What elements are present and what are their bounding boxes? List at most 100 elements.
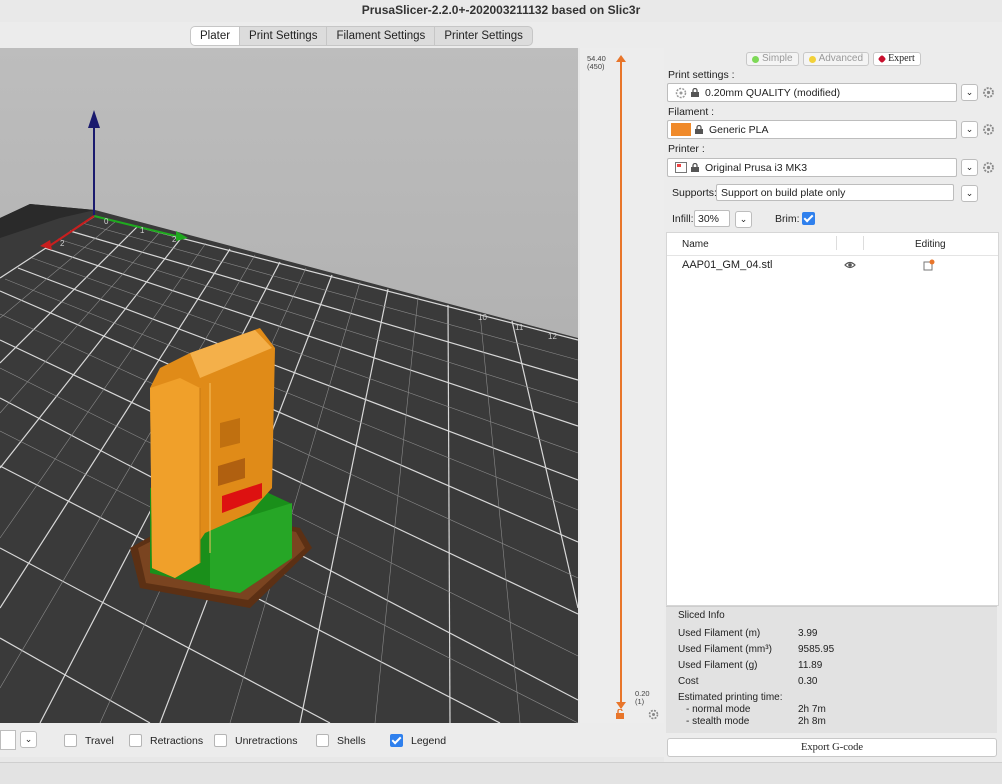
tab-filament-settings[interactable]: Filament Settings bbox=[327, 27, 436, 45]
mode-dot-icon bbox=[808, 55, 816, 63]
info-label: - stealth mode bbox=[686, 716, 750, 727]
tab-plater[interactable]: Plater bbox=[191, 27, 241, 45]
bed-label: 2 bbox=[60, 239, 65, 248]
supports-combo[interactable]: Support on build plate only bbox=[716, 184, 954, 201]
lock-icon bbox=[691, 87, 699, 97]
print-preview-scene: 0 1 2 2 10 11 12 bbox=[0, 48, 578, 723]
mode-simple-button[interactable]: Simple bbox=[746, 52, 799, 66]
checkbox-box[interactable] bbox=[64, 734, 77, 747]
filament-color-swatch bbox=[671, 123, 691, 136]
checkbox-box[interactable] bbox=[802, 212, 815, 225]
3d-viewport[interactable]: 0 1 2 2 10 11 12 bbox=[0, 48, 578, 723]
object-name[interactable]: AAP01_GM_04.stl bbox=[682, 259, 773, 271]
gear-icon[interactable] bbox=[982, 161, 995, 174]
info-value: 2h 7m bbox=[798, 704, 826, 715]
printer-icon bbox=[675, 162, 687, 173]
bed-label: 1 bbox=[140, 226, 145, 235]
brim-label: Brim: bbox=[775, 213, 800, 225]
chevron-down-icon[interactable]: ⌄ bbox=[20, 731, 37, 748]
supports-label: Supports: bbox=[672, 187, 717, 199]
printer-value: Original Prusa i3 MK3 bbox=[705, 161, 808, 174]
travel-checkbox[interactable]: Travel bbox=[64, 734, 114, 747]
edit-icon[interactable] bbox=[923, 259, 935, 271]
bed-label: 0 bbox=[104, 217, 109, 226]
column-divider bbox=[863, 236, 864, 250]
info-value: 0.30 bbox=[798, 676, 818, 687]
info-value: 11.89 bbox=[798, 660, 823, 671]
tab-bar: Plater Print Settings Filament Settings … bbox=[0, 22, 1002, 48]
info-label: Estimated printing time: bbox=[678, 692, 783, 703]
lock-icon bbox=[695, 124, 703, 134]
retractions-label: Retractions bbox=[150, 734, 204, 747]
mode-expert-button[interactable]: Expert bbox=[873, 52, 921, 66]
bed-label: 2 bbox=[172, 235, 177, 244]
column-editing-header[interactable]: Editing bbox=[915, 239, 946, 250]
info-value: 3.99 bbox=[798, 628, 818, 639]
gear-icon[interactable] bbox=[982, 86, 995, 99]
export-gcode-button[interactable]: Export G-code bbox=[667, 738, 997, 757]
filament-label: Filament : bbox=[668, 106, 715, 118]
retractions-checkbox[interactable]: Retractions bbox=[129, 734, 203, 747]
printer-label: Printer : bbox=[668, 143, 705, 155]
upper-thumb[interactable] bbox=[616, 55, 626, 62]
mode-label: Advanced bbox=[818, 53, 864, 64]
mode-advanced-button[interactable]: Advanced bbox=[802, 52, 870, 66]
info-label: Used Filament (m) bbox=[678, 628, 761, 639]
lock-open-icon[interactable] bbox=[615, 708, 625, 719]
chevron-down-icon[interactable]: ⌄ bbox=[961, 159, 978, 176]
legend-label: Legend bbox=[411, 734, 447, 747]
chevron-down-icon[interactable]: ⌄ bbox=[735, 211, 752, 228]
info-label: Used Filament (mm³) bbox=[678, 644, 772, 655]
object-list: Name Editing AAP01_GM_04.stl bbox=[666, 232, 999, 606]
sliced-info-panel: Sliced Info Used Filament (m) 3.99 Used … bbox=[666, 606, 997, 733]
info-value: 9585.95 bbox=[798, 644, 835, 655]
status-bar bbox=[0, 762, 1002, 784]
mode-label: Expert bbox=[888, 53, 915, 64]
tabs: Plater Print Settings Filament Settings … bbox=[190, 26, 533, 46]
unretractions-label: Unretractions bbox=[235, 734, 298, 747]
mode-dot-icon bbox=[752, 55, 759, 63]
info-label: - normal mode bbox=[686, 704, 751, 715]
sliced-info-title: Sliced Info bbox=[678, 610, 725, 621]
sidebar: Simple Advanced Expert Print settings : … bbox=[664, 48, 1002, 762]
layer-slider[interactable]: 54.40 (450) 0.20 (1) bbox=[580, 48, 664, 723]
print-gear-icon bbox=[675, 87, 687, 99]
gear-icon[interactable] bbox=[982, 123, 995, 136]
checkbox-box[interactable] bbox=[129, 734, 142, 747]
lock-icon bbox=[691, 162, 699, 172]
unretractions-checkbox[interactable]: Unretractions bbox=[214, 734, 297, 747]
travel-label: Travel bbox=[85, 734, 114, 747]
print-settings-combo[interactable]: 0.20mm QUALITY (modified) bbox=[667, 83, 957, 102]
filament-combo[interactable]: Generic PLA bbox=[667, 120, 957, 139]
chevron-down-icon[interactable]: ⌄ bbox=[961, 121, 978, 138]
chevron-down-icon[interactable]: ⌄ bbox=[961, 84, 978, 101]
tab-printer-settings[interactable]: Printer Settings bbox=[435, 27, 532, 45]
supports-value: Support on build plate only bbox=[721, 186, 846, 199]
shells-checkbox[interactable]: Shells bbox=[316, 734, 366, 747]
list-item[interactable]: AAP01_GM_04.stl bbox=[667, 257, 998, 275]
tab-print-settings[interactable]: Print Settings bbox=[240, 27, 328, 45]
cog-icon[interactable] bbox=[648, 709, 659, 720]
checkbox-box[interactable] bbox=[316, 734, 329, 747]
legend-checkbox[interactable]: Legend bbox=[390, 734, 446, 747]
info-value: 2h 8m bbox=[798, 716, 826, 727]
infill-value: 30% bbox=[698, 212, 720, 225]
view-type-combo[interactable] bbox=[0, 730, 16, 750]
bed-label: 12 bbox=[548, 332, 557, 341]
printer-combo[interactable]: Original Prusa i3 MK3 bbox=[667, 158, 957, 177]
checkbox-box[interactable] bbox=[390, 734, 403, 747]
brim-checkbox[interactable] bbox=[802, 212, 823, 228]
eye-icon[interactable] bbox=[844, 260, 856, 270]
infill-label: Infill: bbox=[672, 213, 694, 225]
checkbox-box[interactable] bbox=[214, 734, 227, 747]
layer-slider-track bbox=[620, 60, 622, 708]
shells-label: Shells bbox=[337, 734, 366, 747]
column-name-header[interactable]: Name bbox=[682, 239, 709, 250]
window-title: PrusaSlicer-2.2.0+-202003211132 based on… bbox=[0, 0, 1002, 23]
chevron-down-icon[interactable]: ⌄ bbox=[961, 185, 978, 202]
infill-combo[interactable]: 30% bbox=[694, 210, 730, 227]
lower-thumb[interactable] bbox=[616, 702, 626, 709]
mode-dot-icon bbox=[877, 54, 887, 64]
print-settings-label: Print settings : bbox=[668, 69, 735, 81]
column-divider bbox=[836, 236, 837, 250]
